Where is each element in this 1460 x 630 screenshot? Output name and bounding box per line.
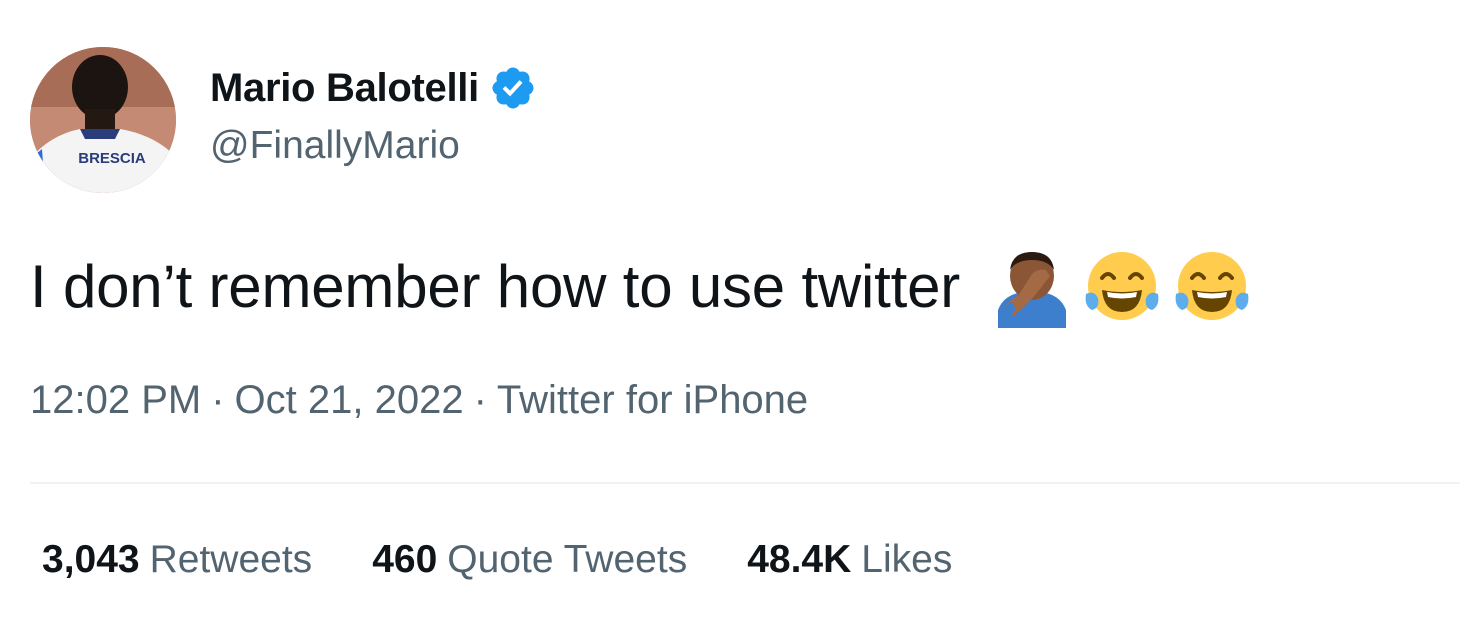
tweet-source[interactable]: Twitter for iPhone [497, 378, 808, 422]
tweet-body: I don’t remember how to use twitter [30, 252, 961, 320]
tweet-text: I don’t remember how to use twitter [30, 244, 1260, 328]
emoji-group [990, 244, 1260, 328]
man-facepalming-emoji [990, 244, 1074, 328]
author-handle[interactable]: @FinallyMario [210, 124, 460, 168]
retweets-count: 3,043 [42, 538, 140, 581]
author-name-row: Mario Balotelli [210, 62, 537, 114]
likes-stat[interactable]: 48.4K Likes [747, 538, 952, 582]
tweet-stats: 3,043 Retweets 460 Quote Tweets 48.4K Likes [42, 538, 1012, 582]
likes-label: Likes [861, 538, 953, 581]
divider [30, 482, 1460, 484]
retweets-stat[interactable]: 3,043 Retweets [42, 538, 312, 582]
likes-count: 48.4K [747, 538, 852, 581]
tweet-meta: 12:02 PM · Oct 21, 2022 · Twitter for iPhone [30, 378, 808, 423]
tweet-date[interactable]: Oct 21, 2022 [235, 378, 464, 422]
verified-badge-icon [489, 64, 537, 112]
tears-of-joy-emoji [1080, 244, 1164, 328]
avatar-shirt-text: BRESCIA [78, 150, 146, 167]
meta-separator: · [211, 378, 225, 422]
tweet-time[interactable]: 12:02 PM [30, 378, 201, 422]
retweets-label: Retweets [149, 538, 313, 581]
avatar[interactable]: BRESCIA [30, 47, 176, 193]
tears-of-joy-emoji [1170, 244, 1254, 328]
quote-tweets-stat[interactable]: 460 Quote Tweets [372, 538, 687, 582]
avatar-image: BRESCIA [30, 47, 176, 193]
tweet-card: BRESCIA Mario Balotelli @FinallyMario I … [0, 0, 1460, 630]
meta-separator: · [473, 378, 487, 422]
quote-tweets-count: 460 [372, 538, 438, 581]
display-name[interactable]: Mario Balotelli [210, 66, 479, 111]
quote-tweets-label: Quote Tweets [447, 538, 688, 581]
